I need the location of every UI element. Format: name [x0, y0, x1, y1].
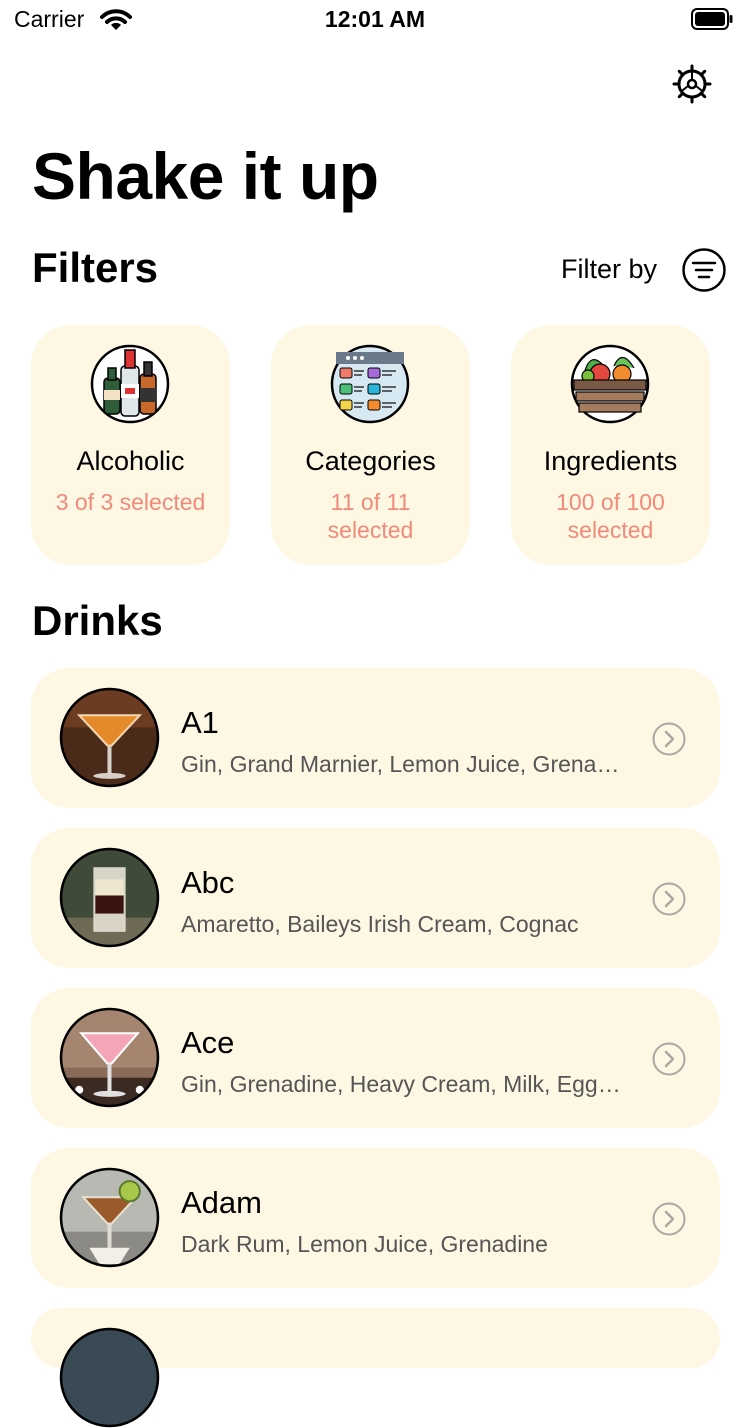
bottles-icon	[90, 344, 170, 424]
drink-thumbnail	[59, 847, 160, 948]
filter-card-ingredients[interactable]: Ingredients 100 of 100 selected	[511, 325, 710, 565]
settings-gear-icon[interactable]	[672, 64, 712, 104]
drink-name: A1	[181, 705, 219, 740]
chevron-right-icon[interactable]	[652, 882, 686, 916]
filter-card-count: 11 of 11 selected	[327, 489, 414, 543]
drinks-heading: Drinks	[32, 597, 163, 644]
drink-ingredients: Gin, Grenadine, Heavy Cream, Milk, Egg W…	[181, 1071, 621, 1097]
drink-row-ace[interactable]: Ace Gin, Grenadine, Heavy Cream, Milk, E…	[31, 988, 720, 1128]
vegetable-crate-icon	[570, 344, 650, 424]
page-title: Shake it up	[32, 139, 379, 213]
drink-name: Ace	[181, 1025, 235, 1060]
filter-icon[interactable]	[681, 247, 727, 293]
filter-card-label: Categories	[305, 446, 436, 476]
drink-thumbnail	[59, 1167, 160, 1268]
drink-row-abc[interactable]: Abc Amaretto, Baileys Irish Cream, Cogna…	[31, 828, 720, 968]
drink-ingredients: Dark Rum, Lemon Juice, Grenadine	[181, 1231, 548, 1257]
filter-card-label: Alcoholic	[76, 446, 185, 476]
filter-card-alcoholic[interactable]: Alcoholic 3 of 3 selected	[31, 325, 230, 565]
filter-card-label: Ingredients	[543, 446, 678, 476]
filter-card-count: 3 of 3 selected	[55, 489, 206, 515]
filter-card-categories[interactable]: Categories 11 of 11 selected	[271, 325, 470, 565]
drink-name: Abc	[181, 865, 235, 900]
filter-card-count: 100 of 100 selected	[556, 489, 665, 543]
chevron-right-icon[interactable]	[652, 1202, 686, 1236]
drink-thumbnail	[59, 1327, 160, 1428]
chevron-right-icon[interactable]	[652, 1042, 686, 1076]
status-bar: Carrier 12:01 AM	[0, 0, 750, 40]
categories-icon	[330, 344, 410, 424]
drink-thumbnail	[59, 1007, 160, 1108]
drink-ingredients: Gin, Grand Marnier, Lemon Juice, Grenadi…	[181, 751, 621, 777]
drink-row-partial[interactable]	[31, 1308, 720, 1428]
battery-icon	[691, 8, 733, 30]
drink-row-a1[interactable]: A1 Gin, Grand Marnier, Lemon Juice, Gren…	[31, 668, 720, 808]
drink-row-adam[interactable]: Adam Dark Rum, Lemon Juice, Grenadine	[31, 1148, 720, 1288]
drink-name: Adam	[181, 1185, 262, 1220]
drink-ingredients: Amaretto, Baileys Irish Cream, Cognac	[181, 911, 579, 937]
drink-thumbnail	[59, 687, 160, 788]
chevron-right-icon[interactable]	[652, 722, 686, 756]
filter-by-button[interactable]: Filter by	[561, 254, 657, 285]
filters-heading: Filters	[32, 244, 159, 291]
clock: 12:01 AM	[324, 6, 426, 32]
